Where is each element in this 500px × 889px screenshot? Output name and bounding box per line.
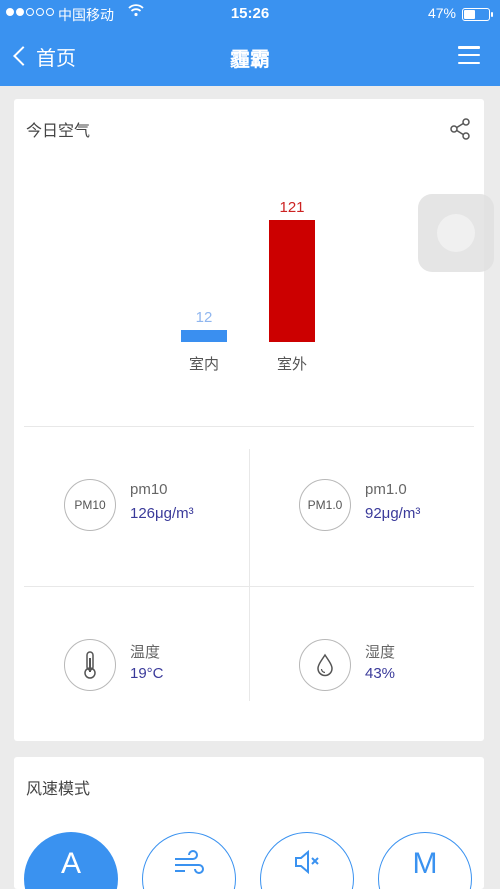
metric-value: 19°C [130,665,164,682]
water-drop-icon [299,639,351,691]
metric-value: 92μg/m³ [365,505,421,522]
chart-bar [269,220,315,342]
navigation-bar: 首页 霾霸 [0,28,500,86]
fan-mode-card: 风速模式 A M [14,757,484,889]
back-label: 首页 [36,47,76,70]
mode-manual-button[interactable]: M [378,832,472,889]
mode-mute-button[interactable] [260,832,354,889]
mode-wind-button[interactable] [142,832,236,889]
divider [24,426,474,427]
metric-value: 43% [365,665,396,682]
metric-pm10: PM10 pm10 126μg/m³ [14,449,249,559]
wifi-icon [128,3,144,20]
chart-category-label: 室外 [276,356,307,373]
pm1-icon: PM1.0 [299,479,351,531]
metric-value: 126μg/m³ [130,505,194,522]
wind-mode-icon [175,850,204,874]
metric-name: pm1.0 [365,481,407,498]
battery-icon [462,8,493,21]
battery-percent: 47% [427,5,456,21]
signal-icon [6,8,54,16]
manual-mode-icon: M [412,847,438,880]
floating-assistive-button[interactable] [418,194,494,272]
chart-bar-value: 12 [195,309,213,326]
pm10-icon: PM10 [64,479,116,531]
metric-name: 湿度 [365,644,396,661]
chart-bar [181,330,227,342]
chevron-left-icon [13,46,33,66]
auto-mode-icon: A [60,847,81,880]
back-button[interactable]: 首页 [10,40,76,72]
mode-card-heading: 风速模式 [26,781,91,798]
mute-mode-icon [295,849,319,875]
thermometer-icon [64,639,116,691]
air-quality-chart: 12 室内 121 室外 [14,99,484,399]
air-quality-card: 今日空气 12 室内 121 室外 PM10 pm10 126μg/m³ PM1.0 … [14,99,484,741]
status-bar: 中国移动 15:26 47% [0,0,500,28]
carrier-name: 中国移动 [58,7,114,23]
chart-category-label: 室内 [188,356,219,373]
menu-icon[interactable] [458,46,480,64]
chart-bar-value: 121 [279,199,305,216]
mode-auto-button[interactable]: A [24,832,118,889]
battery-fill [464,10,476,19]
metric-name: 温度 [130,644,161,661]
metric-temperature: 温度 19°C [14,609,249,719]
metric-name: pm10 [130,481,168,498]
metric-humidity: 湿度 43% [249,609,484,719]
top-bar: 中国移动 15:26 47% 首页 霾霸 [0,0,500,86]
metric-pm1: PM1.0 pm1.0 92μg/m³ [249,449,484,559]
